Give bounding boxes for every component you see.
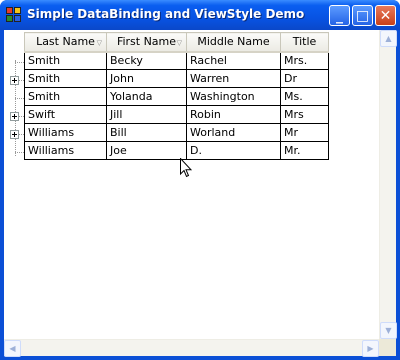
column-header-last-name[interactable]: Last Name ▽ — [24, 32, 107, 53]
cell-middle[interactable]: D. — [186, 141, 281, 160]
cell-first[interactable]: Becky — [106, 51, 187, 70]
tree-connector-line — [15, 60, 16, 156]
arrow-up-icon: ▲ — [385, 34, 392, 43]
cell-first[interactable]: Jill — [106, 105, 187, 124]
cell-middle[interactable]: Washington — [186, 87, 281, 106]
scroll-down-button[interactable]: ▼ — [380, 322, 397, 339]
scroll-right-button[interactable]: ▶ — [362, 340, 379, 357]
header-row: Last Name ▽ First Name ▽ Middle Name Title — [24, 32, 329, 53]
table-row[interactable]: Smith John Warren Dr — [24, 69, 329, 88]
plus-expander-icon[interactable] — [10, 76, 19, 85]
cell-last[interactable]: Williams — [24, 123, 107, 142]
minimize-button[interactable]: _ — [329, 5, 350, 26]
sort-arrow-icon: ▽ — [176, 39, 182, 47]
cell-middle[interactable]: Worland — [186, 123, 281, 142]
table-row[interactable]: Williams Bill Worland Mr — [24, 123, 329, 142]
vertical-scrollbar[interactable]: ▲ ▼ — [379, 30, 397, 339]
table-row[interactable]: Smith Becky Rachel Mrs. — [24, 51, 329, 70]
column-header-title[interactable]: Title — [280, 32, 329, 53]
title-bar[interactable]: Simple DataBinding and ViewStyle Demo _ … — [0, 0, 400, 30]
cell-middle[interactable]: Robin — [186, 105, 281, 124]
cell-middle[interactable]: Rachel — [186, 51, 281, 70]
column-header-first-name[interactable]: First Name ▽ — [106, 32, 187, 53]
cell-title[interactable]: Ms. — [280, 87, 329, 106]
cell-title[interactable]: Mr. — [280, 141, 329, 160]
table-row[interactable]: Smith Yolanda Washington Ms. — [24, 87, 329, 106]
plus-expander-icon[interactable] — [10, 112, 19, 121]
cell-title[interactable]: Dr — [280, 69, 329, 88]
cell-last[interactable]: Smith — [24, 87, 107, 106]
column-header-middle-name[interactable]: Middle Name — [186, 32, 281, 53]
scrollbar-corner — [379, 339, 396, 356]
cell-last[interactable]: Smith — [24, 69, 107, 88]
cell-last[interactable]: Swift — [24, 105, 107, 124]
sort-arrow-icon: ▽ — [96, 39, 102, 47]
app-window: Simple DataBinding and ViewStyle Demo _ … — [0, 0, 400, 360]
maximize-icon: □ — [355, 8, 370, 24]
tree-connector-line — [15, 152, 24, 153]
tree-connector-line — [15, 98, 24, 99]
grid-body: Smith Becky Rachel Mrs. Smith John Warren Dr Smi… — [24, 51, 329, 160]
cell-last[interactable]: Williams — [24, 141, 107, 160]
app-icon[interactable] — [6, 7, 22, 23]
arrow-down-icon: ▼ — [385, 326, 392, 335]
data-grid[interactable]: Last Name ▽ First Name ▽ Middle Name Title… — [24, 32, 329, 160]
cell-first[interactable]: John — [106, 69, 187, 88]
window-title: Simple DataBinding and ViewStyle Demo — [27, 7, 305, 21]
table-row[interactable]: Williams Joe D. Mr. — [24, 141, 329, 160]
cell-last[interactable]: Smith — [24, 51, 107, 70]
cell-title[interactable]: Mrs — [280, 105, 329, 124]
cell-first[interactable]: Joe — [106, 141, 187, 160]
plus-expander-icon[interactable] — [10, 130, 19, 139]
close-button[interactable]: ✕ — [375, 5, 396, 26]
mouse-pointer-icon — [180, 158, 192, 178]
table-row[interactable]: Swift Jill Robin Mrs — [24, 105, 329, 124]
maximize-button[interactable]: □ — [352, 5, 373, 26]
horizontal-scrollbar[interactable]: ◀ ▶ — [4, 339, 379, 357]
close-icon: ✕ — [379, 8, 392, 24]
cell-middle[interactable]: Warren — [186, 69, 281, 88]
cell-first[interactable]: Yolanda — [106, 87, 187, 106]
data-grid-view[interactable]: Last Name ▽ First Name ▽ Middle Name Title… — [4, 30, 397, 357]
arrow-left-icon: ◀ — [9, 344, 16, 353]
scroll-up-button[interactable]: ▲ — [380, 30, 397, 47]
cell-first[interactable]: Bill — [106, 123, 187, 142]
arrow-right-icon: ▶ — [367, 344, 374, 353]
cell-title[interactable]: Mr — [280, 123, 329, 142]
minimize-icon: _ — [336, 8, 343, 24]
cell-title[interactable]: Mrs. — [280, 51, 329, 70]
scroll-left-button[interactable]: ◀ — [4, 340, 21, 357]
tree-connector-line — [15, 62, 24, 63]
